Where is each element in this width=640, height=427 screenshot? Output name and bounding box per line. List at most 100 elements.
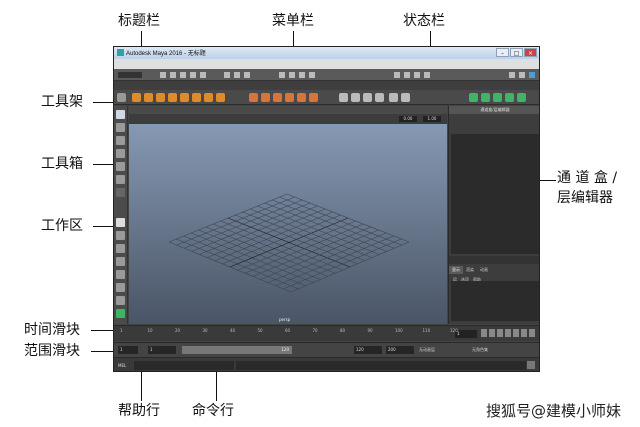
render-settings-icon[interactable] [414, 72, 420, 78]
uv-unfold-icon[interactable] [481, 93, 490, 102]
layout-outliner-icon[interactable] [116, 270, 125, 279]
poly-pipe-icon[interactable] [216, 93, 225, 102]
go-to-start-button[interactable] [481, 329, 487, 337]
uv-sew-icon[interactable] [505, 93, 514, 102]
step-back-key-button[interactable] [489, 329, 495, 337]
close-button[interactable]: × [524, 48, 537, 57]
poly-cone-icon[interactable] [168, 93, 177, 102]
uv-editor-icon[interactable] [517, 93, 526, 102]
poly-cylinder-icon[interactable] [156, 93, 165, 102]
multi-cut-icon[interactable] [389, 93, 398, 102]
scale-tool-icon[interactable] [116, 175, 125, 184]
title-bar: Autodesk Maya 2016 - 无标题 – □ × [114, 47, 539, 59]
save-scene-icon[interactable] [180, 72, 186, 78]
time-tick-label: 70 [312, 328, 318, 333]
playback-end-field[interactable]: 120 [354, 346, 382, 354]
poly-cube-icon[interactable] [144, 93, 153, 102]
anim-layer-dropdown[interactable]: 无动画层 [419, 346, 435, 354]
shelf-callout: 工具架 [41, 94, 83, 110]
combine-icon[interactable] [249, 93, 258, 102]
script-editor-icon[interactable] [527, 361, 535, 369]
current-frame-field[interactable]: 1 [455, 330, 477, 338]
shelf-gear-icon[interactable] [117, 93, 126, 102]
range-slider[interactable]: 1 1 120 120 200 无动画层 无角色集 [114, 342, 539, 356]
layout-graph-icon[interactable] [116, 283, 125, 292]
snap-curve-icon[interactable] [289, 72, 295, 78]
range-bar[interactable]: 120 [182, 346, 292, 354]
toggle-attribute-editor-icon[interactable] [519, 72, 525, 78]
menu-bar: 文件编辑创建选择修改显示窗口nParticle流体nClothnHairnCon… [114, 59, 539, 76]
uv-cut-icon[interactable] [493, 93, 502, 102]
play-forward-button[interactable] [513, 329, 519, 337]
poly-sphere-icon[interactable] [132, 93, 141, 102]
playback-start-field[interactable]: 1 [148, 346, 176, 354]
channel-box-callout-line1: 通 道 盒 / [557, 170, 618, 186]
separate-icon[interactable] [261, 93, 270, 102]
poly-torus-icon[interactable] [180, 93, 189, 102]
select-object-icon[interactable] [234, 72, 240, 78]
snap-view-icon[interactable] [309, 72, 315, 78]
step-forward-frame-button[interactable] [521, 329, 527, 337]
extrude-icon[interactable] [339, 93, 348, 102]
snap-point-icon[interactable] [299, 72, 305, 78]
viewport[interactable]: persp [129, 124, 447, 324]
ipr-render-icon[interactable] [404, 72, 410, 78]
move-tool-icon[interactable] [116, 149, 125, 158]
layer-editor-body[interactable] [451, 281, 539, 321]
paint-select-tool-icon[interactable] [116, 136, 125, 145]
render-icon[interactable] [394, 72, 400, 78]
time-tick-label: 100 [395, 328, 403, 333]
layout-four-icon[interactable] [116, 231, 125, 240]
toggle-modeling-toolkit-icon[interactable] [509, 72, 515, 78]
layout-side-icon[interactable] [116, 244, 125, 253]
step-back-frame-button[interactable] [497, 329, 503, 337]
boolean-icon[interactable] [285, 93, 294, 102]
play-back-button[interactable] [505, 329, 511, 337]
layout-uv-icon[interactable] [116, 309, 125, 318]
select-component-icon[interactable] [244, 72, 250, 78]
channel-box-callout-line2: 层编辑器 [557, 190, 613, 206]
channel-box-body[interactable] [451, 134, 539, 254]
minimize-button[interactable]: – [496, 48, 509, 57]
snap-grid-icon[interactable] [279, 72, 285, 78]
maximize-button[interactable]: □ [510, 48, 523, 57]
command-input[interactable] [134, 361, 234, 370]
mel-label[interactable]: MEL [118, 362, 126, 369]
lasso-tool-icon[interactable] [116, 123, 125, 132]
poly-disc-icon[interactable] [204, 93, 213, 102]
end-time-field[interactable]: 200 [386, 346, 414, 354]
character-set-dropdown[interactable]: 无角色集 [472, 346, 488, 354]
open-scene-icon[interactable] [170, 72, 176, 78]
uv-layout-icon[interactable] [469, 93, 478, 102]
layout-hypershade-icon[interactable] [116, 296, 125, 305]
extract-icon[interactable] [273, 93, 282, 102]
rotate-tool-icon[interactable] [116, 162, 125, 171]
time-tick-label: 50 [257, 328, 263, 333]
select-hierarchy-icon[interactable] [224, 72, 230, 78]
bridge-icon[interactable] [351, 93, 360, 102]
redo-icon[interactable] [200, 72, 206, 78]
bevel-icon[interactable] [363, 93, 372, 102]
maya-window: Autodesk Maya 2016 - 无标题 – □ × 文件编辑创建选择修… [113, 46, 540, 372]
poly-plane-icon[interactable] [192, 93, 201, 102]
hypershade-icon[interactable] [424, 72, 430, 78]
time-slider[interactable]: 1 1 10 20 30 40 50 60 70 80 90 100 110 120 [114, 325, 539, 341]
mirror-icon[interactable] [309, 93, 318, 102]
layout-stack-icon[interactable] [116, 257, 125, 266]
mode-dropdown[interactable] [118, 72, 142, 78]
target-weld-icon[interactable] [401, 93, 410, 102]
toggle-channel-box-icon[interactable] [529, 72, 535, 78]
layout-single-icon[interactable] [116, 218, 125, 227]
undo-icon[interactable] [190, 72, 196, 78]
last-tool-icon[interactable] [116, 188, 125, 197]
append-icon[interactable] [375, 93, 384, 102]
select-tool-icon[interactable] [116, 110, 125, 119]
time-tick-label: 80 [340, 328, 346, 333]
time-slider-leader [91, 330, 114, 331]
exposure-field[interactable]: 0.00 [399, 116, 417, 122]
new-scene-icon[interactable] [160, 72, 166, 78]
go-to-end-button[interactable] [529, 329, 535, 337]
start-time-field[interactable]: 1 [118, 346, 138, 354]
gamma-field[interactable]: 1.00 [423, 116, 441, 122]
smooth-icon[interactable] [297, 93, 306, 102]
